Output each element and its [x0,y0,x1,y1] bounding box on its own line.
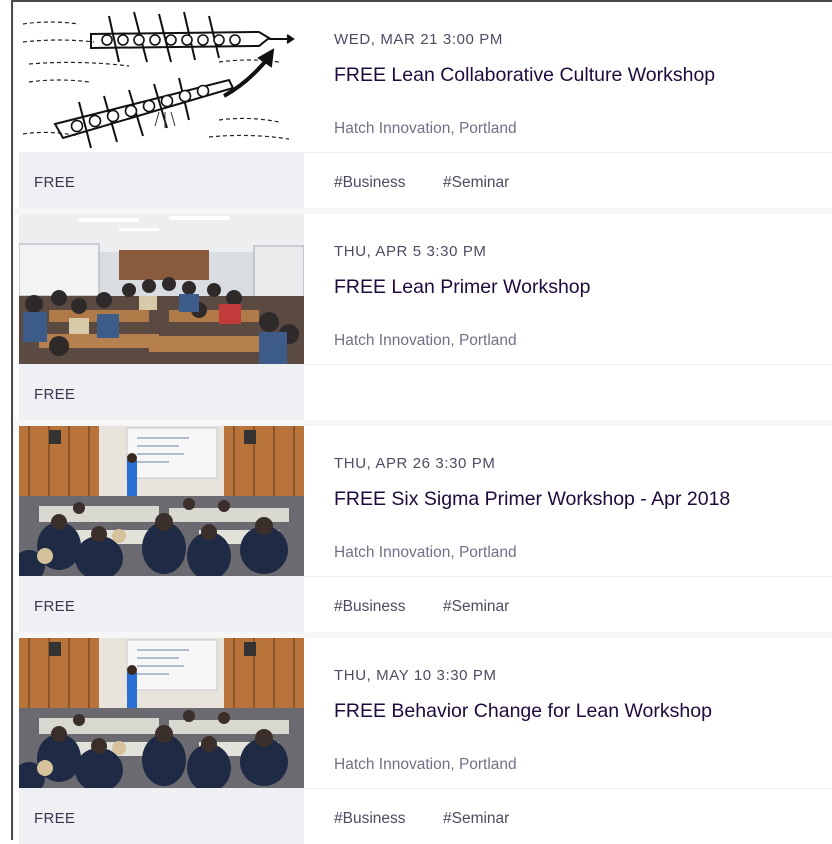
event-tags: #Business #Seminar [304,152,832,208]
event-card[interactable]: FREE THU, APR 26 3:30 PM FREE Six Sigma … [15,426,832,632]
event-venue: Hatch Innovation, Portland [334,544,517,561]
price-cell: FREE [19,576,304,632]
tag-link[interactable]: #Business [334,810,406,828]
price-cell: FREE [19,152,304,208]
event-tags: #Business #Seminar [304,788,832,844]
event-title[interactable]: FREE Lean Collaborative Culture Workshop [334,64,715,87]
event-date: WED, MAR 21 3:00 PM [334,31,503,48]
event-tags: #Business #Seminar [304,576,832,632]
price-cell: FREE [19,364,304,420]
event-venue: Hatch Innovation, Portland [334,756,517,773]
event-card[interactable]: FREE THU, MAY 10 3:30 PM FREE Behavior C… [15,638,832,844]
event-tags [304,364,832,420]
presentation-room-photo [19,638,304,788]
price-cell: FREE [19,788,304,844]
event-date: THU, APR 26 3:30 PM [334,455,496,472]
event-date: THU, APR 5 3:30 PM [334,243,487,260]
event-list: FREE WED, MAR 21 3:00 PM FREE Lean Colla… [11,0,832,844]
event-price: FREE [34,810,76,827]
event-info[interactable]: THU, APR 26 3:30 PM FREE Six Sigma Prime… [304,426,832,576]
tag-link[interactable]: #Seminar [443,174,509,192]
event-info[interactable]: THU, APR 5 3:30 PM FREE Lean Primer Work… [304,214,832,364]
event-info[interactable]: THU, MAY 10 3:30 PM FREE Behavior Change… [304,638,832,788]
event-card[interactable]: FREE THU, APR 5 3:30 PM FREE Lean Primer… [15,214,832,420]
rowing-boats-sketch [19,2,304,152]
event-image-presentation-room[interactable] [19,638,304,788]
tag-link[interactable]: #Business [334,598,406,616]
event-date: THU, MAY 10 3:30 PM [334,667,497,684]
tag-link[interactable]: #Seminar [443,810,509,828]
workshop-room-photo [19,214,304,364]
event-price: FREE [34,386,76,403]
event-image-workshop-room[interactable] [19,214,304,364]
event-image-presentation-room[interactable] [19,426,304,576]
tag-link[interactable]: #Seminar [443,598,509,616]
event-venue: Hatch Innovation, Portland [334,120,517,137]
event-price: FREE [34,598,76,615]
presentation-room-photo [19,426,304,576]
event-info[interactable]: WED, MAR 21 3:00 PM FREE Lean Collaborat… [304,2,832,152]
event-title[interactable]: FREE Lean Primer Workshop [334,276,590,299]
tag-link[interactable]: #Business [334,174,406,192]
event-price: FREE [34,174,76,191]
event-title[interactable]: FREE Behavior Change for Lean Workshop [334,700,712,723]
event-title[interactable]: FREE Six Sigma Primer Workshop - Apr 201… [334,488,730,511]
event-image-rowing-boats[interactable] [19,2,304,152]
event-card[interactable]: FREE WED, MAR 21 3:00 PM FREE Lean Colla… [15,2,832,208]
event-venue: Hatch Innovation, Portland [334,332,517,349]
